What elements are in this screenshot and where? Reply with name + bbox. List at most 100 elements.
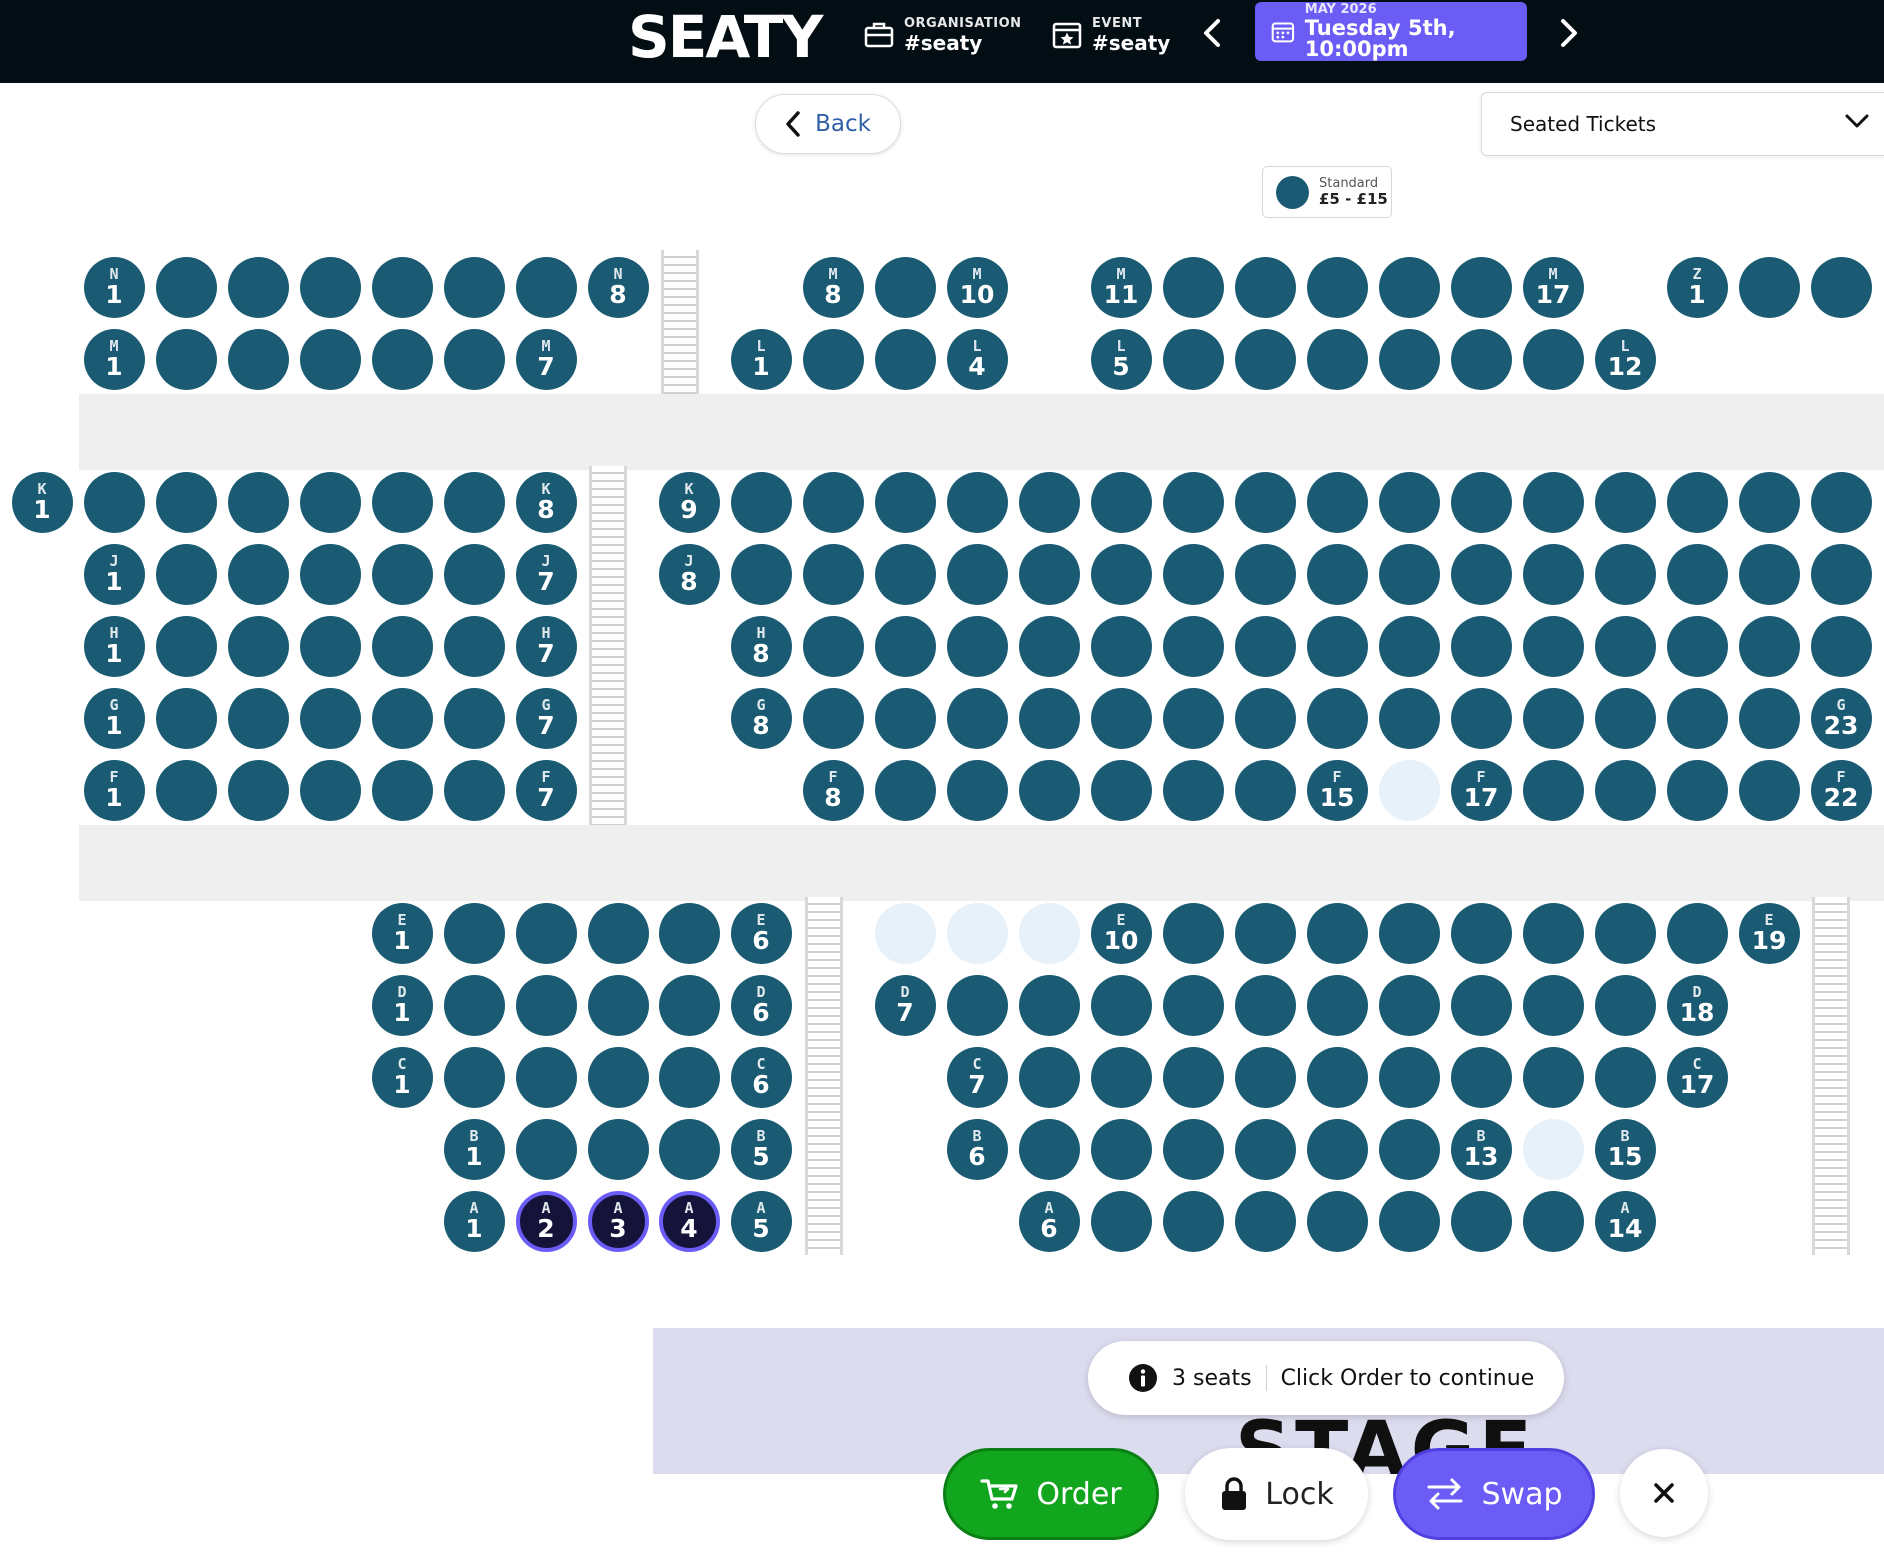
seat-j[interactable] (802, 543, 864, 605)
seat-c-1[interactable]: C1 (371, 1046, 433, 1108)
seat-h-8[interactable]: H8 (730, 615, 792, 677)
next-date-button[interactable] (1549, 10, 1589, 56)
seat-j[interactable] (1306, 543, 1368, 605)
seat-b-1[interactable]: B1 (443, 1118, 505, 1180)
seat-f-8[interactable]: F8 (802, 759, 864, 821)
seat-g-8[interactable]: G8 (730, 687, 792, 749)
seat-j-7[interactable]: J7 (515, 543, 577, 605)
seat-h[interactable] (1810, 615, 1872, 677)
seat-h[interactable] (1162, 615, 1224, 677)
seat-e[interactable] (443, 902, 505, 964)
seat-e[interactable] (587, 902, 649, 964)
seat-k[interactable] (1738, 471, 1800, 533)
seat-z[interactable] (1810, 256, 1872, 318)
seat-n-8[interactable]: N8 (587, 256, 649, 318)
seat-l[interactable] (1234, 328, 1296, 390)
seat-l-5[interactable]: L5 (1090, 328, 1152, 390)
seat-a-6[interactable]: A6 (1018, 1190, 1080, 1252)
seat-h[interactable] (371, 615, 433, 677)
seat-k[interactable] (155, 471, 217, 533)
seat-h[interactable] (1738, 615, 1800, 677)
seat-f-15[interactable]: F 15 (1306, 759, 1368, 821)
seat-c-17[interactable]: C 17 (1666, 1046, 1728, 1108)
seat-k[interactable] (802, 471, 864, 533)
seat-e[interactable] (946, 902, 1008, 964)
seat-m[interactable] (1306, 256, 1368, 318)
seat-c-6[interactable]: C6 (730, 1046, 792, 1108)
seat-b[interactable] (1162, 1118, 1224, 1180)
seat-a-14[interactable]: A 14 (1594, 1190, 1656, 1252)
seat-z-1[interactable]: Z1 (1666, 256, 1728, 318)
seat-h[interactable] (802, 615, 864, 677)
seat-k[interactable] (1594, 471, 1656, 533)
seat-k-1[interactable]: K1 (11, 471, 73, 533)
seat-h[interactable] (874, 615, 936, 677)
seat-f[interactable] (443, 759, 505, 821)
seat-f[interactable] (227, 759, 289, 821)
seat-c[interactable] (1450, 1046, 1512, 1108)
seat-l[interactable] (1162, 328, 1224, 390)
seat-j[interactable] (1018, 543, 1080, 605)
seat-b[interactable] (1234, 1118, 1296, 1180)
seat-f[interactable] (1594, 759, 1656, 821)
seat-e[interactable] (1594, 902, 1656, 964)
seat-d[interactable] (1522, 974, 1584, 1036)
seat-b-6[interactable]: B6 (946, 1118, 1008, 1180)
seat-m-8[interactable]: M8 (802, 256, 864, 318)
seat-d-6[interactable]: D6 (730, 974, 792, 1036)
seat-k[interactable] (227, 471, 289, 533)
seat-m[interactable] (1450, 256, 1512, 318)
back-button[interactable]: Back (755, 94, 901, 154)
seat-l[interactable] (1450, 328, 1512, 390)
seat-b[interactable] (1018, 1118, 1080, 1180)
lock-button[interactable]: Lock (1185, 1448, 1368, 1540)
seat-m[interactable] (299, 328, 361, 390)
seat-j[interactable] (946, 543, 1008, 605)
seat-h[interactable] (1666, 615, 1728, 677)
seat-e-6[interactable]: E6 (730, 902, 792, 964)
seat-m[interactable] (443, 328, 505, 390)
seat-c[interactable] (1162, 1046, 1224, 1108)
seat-f[interactable] (1162, 759, 1224, 821)
seat-a-2[interactable]: A2 (515, 1190, 577, 1252)
seat-f-1[interactable]: F1 (83, 759, 145, 821)
seat-a[interactable] (1450, 1190, 1512, 1252)
seat-e[interactable] (515, 902, 577, 964)
seat-a[interactable] (1378, 1190, 1440, 1252)
seat-b-15[interactable]: B 15 (1594, 1118, 1656, 1180)
seat-f-7[interactable]: F7 (515, 759, 577, 821)
seat-z[interactable] (1738, 256, 1800, 318)
seat-b[interactable] (587, 1118, 649, 1180)
seat-j[interactable] (299, 543, 361, 605)
seat-d[interactable] (1018, 974, 1080, 1036)
seat-f[interactable] (874, 759, 936, 821)
seat-l[interactable] (802, 328, 864, 390)
seat-f[interactable] (1666, 759, 1728, 821)
seat-g[interactable] (946, 687, 1008, 749)
seat-c-7[interactable]: C7 (946, 1046, 1008, 1108)
seat-n[interactable] (299, 256, 361, 318)
date-selector[interactable]: MAY 2026 Tuesday 5th, 10:00pm (1255, 2, 1527, 61)
seat-b[interactable] (1378, 1118, 1440, 1180)
seat-e[interactable] (1522, 902, 1584, 964)
seat-h[interactable] (1450, 615, 1512, 677)
seat-j[interactable] (730, 543, 792, 605)
seat-g[interactable] (227, 687, 289, 749)
seat-e[interactable] (874, 902, 936, 964)
seat-f[interactable] (1234, 759, 1296, 821)
seat-b[interactable] (658, 1118, 720, 1180)
seat-d-7[interactable]: D7 (874, 974, 936, 1036)
seat-j[interactable] (874, 543, 936, 605)
seat-m[interactable] (227, 328, 289, 390)
seat-g[interactable] (1450, 687, 1512, 749)
seat-g[interactable] (1162, 687, 1224, 749)
seat-e[interactable] (1378, 902, 1440, 964)
seat-l[interactable] (1522, 328, 1584, 390)
seat-h[interactable] (946, 615, 1008, 677)
seat-g[interactable] (1738, 687, 1800, 749)
seat-f[interactable] (371, 759, 433, 821)
seat-j[interactable] (1594, 543, 1656, 605)
seat-k[interactable] (1378, 471, 1440, 533)
seat-n-1[interactable]: N1 (83, 256, 145, 318)
seat-k[interactable] (443, 471, 505, 533)
